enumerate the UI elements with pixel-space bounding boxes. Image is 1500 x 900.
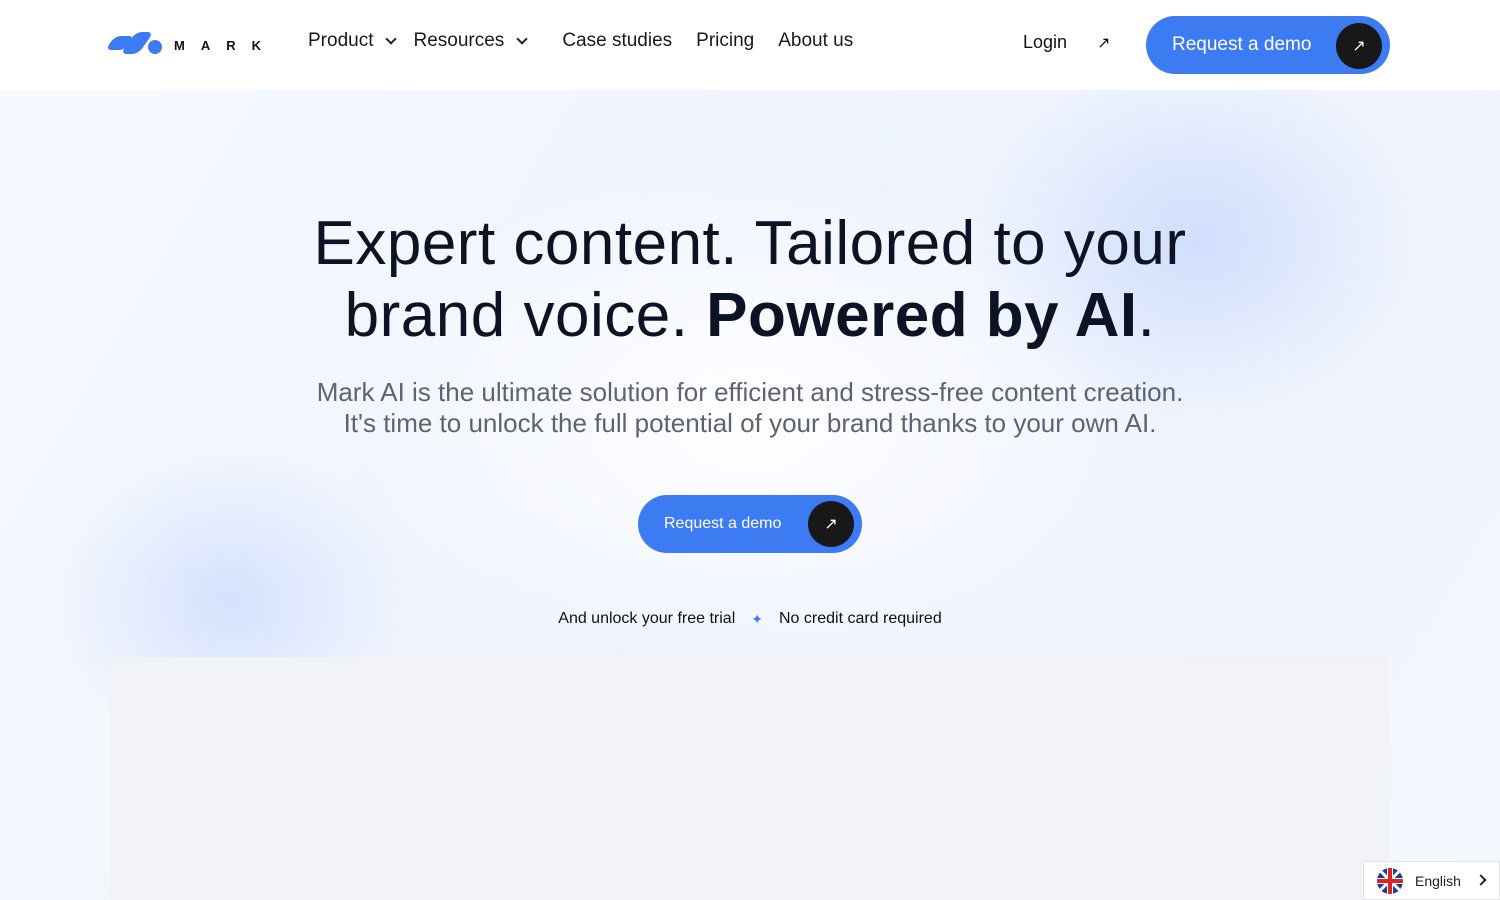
- chevron-down-icon: [385, 32, 398, 45]
- hero-request-demo-label: Request a demo: [664, 515, 782, 532]
- nav-about-us[interactable]: About us: [778, 30, 853, 52]
- logo-text: MARK: [174, 37, 277, 53]
- nav-product[interactable]: Product: [308, 30, 398, 52]
- hero-title: Expert content. Tailored to your brand v…: [0, 208, 1500, 352]
- nav-pricing-label: Pricing: [696, 30, 755, 51]
- hero-title-line2: brand voice.: [344, 281, 707, 350]
- sparkle-icon: ✦: [751, 610, 763, 627]
- product-preview-placeholder: [110, 657, 1390, 900]
- uk-flag-icon: [1377, 867, 1403, 894]
- nav-resources[interactable]: Resources: [413, 30, 528, 52]
- brand-logo[interactable]: MARK: [105, 32, 277, 58]
- main-nav: Product Resources Case studies Pricing A…: [308, 30, 853, 52]
- nav-case-studies[interactable]: Case studies: [562, 30, 672, 52]
- nav-product-label: Product: [308, 30, 374, 51]
- nav-resources-label: Resources: [413, 30, 505, 51]
- language-label: English: [1415, 872, 1461, 889]
- nav-about-label: About us: [778, 30, 854, 51]
- chevron-down-icon: [516, 32, 528, 45]
- arrow-up-right-icon: ↗: [1336, 23, 1382, 69]
- hero-request-demo-button[interactable]: Request a demo ↗: [638, 495, 862, 553]
- arrow-up-right-icon: ↗: [808, 501, 854, 547]
- header-request-demo-button[interactable]: Request a demo ↗: [1146, 16, 1390, 74]
- no-credit-card-text: No credit card required: [778, 610, 942, 627]
- hero-title-bold: Powered by AI: [706, 281, 1138, 350]
- nav-case-studies-label: Case studies: [562, 30, 673, 51]
- hero-subtitle-line1: Mark AI is the ultimate solution for eff…: [316, 377, 1184, 407]
- header-request-demo-label: Request a demo: [1172, 34, 1312, 55]
- language-selector[interactable]: English: [1363, 861, 1500, 900]
- logo-icon: [105, 32, 164, 58]
- hero-title-period: .: [1137, 281, 1156, 350]
- arrow-up-right-icon: ↗: [1097, 34, 1111, 52]
- hero-subtitle-line2: It's time to unlock the full potential o…: [343, 408, 1157, 438]
- free-trial-text: And unlock your free trial: [558, 610, 736, 627]
- site-header: MARK Product Resources Case studies Pric…: [0, 0, 1500, 90]
- login-link[interactable]: Login ↗: [1023, 32, 1110, 53]
- chevron-right-icon: [1475, 874, 1487, 886]
- login-label: Login: [1023, 32, 1068, 52]
- hero-subtitle: Mark AI is the ultimate solution for eff…: [0, 377, 1500, 439]
- trial-info: And unlock your free trial ✦ No credit c…: [0, 610, 1500, 628]
- nav-pricing[interactable]: Pricing: [696, 30, 754, 52]
- hero-title-line1: Expert content. Tailored to your: [313, 209, 1187, 278]
